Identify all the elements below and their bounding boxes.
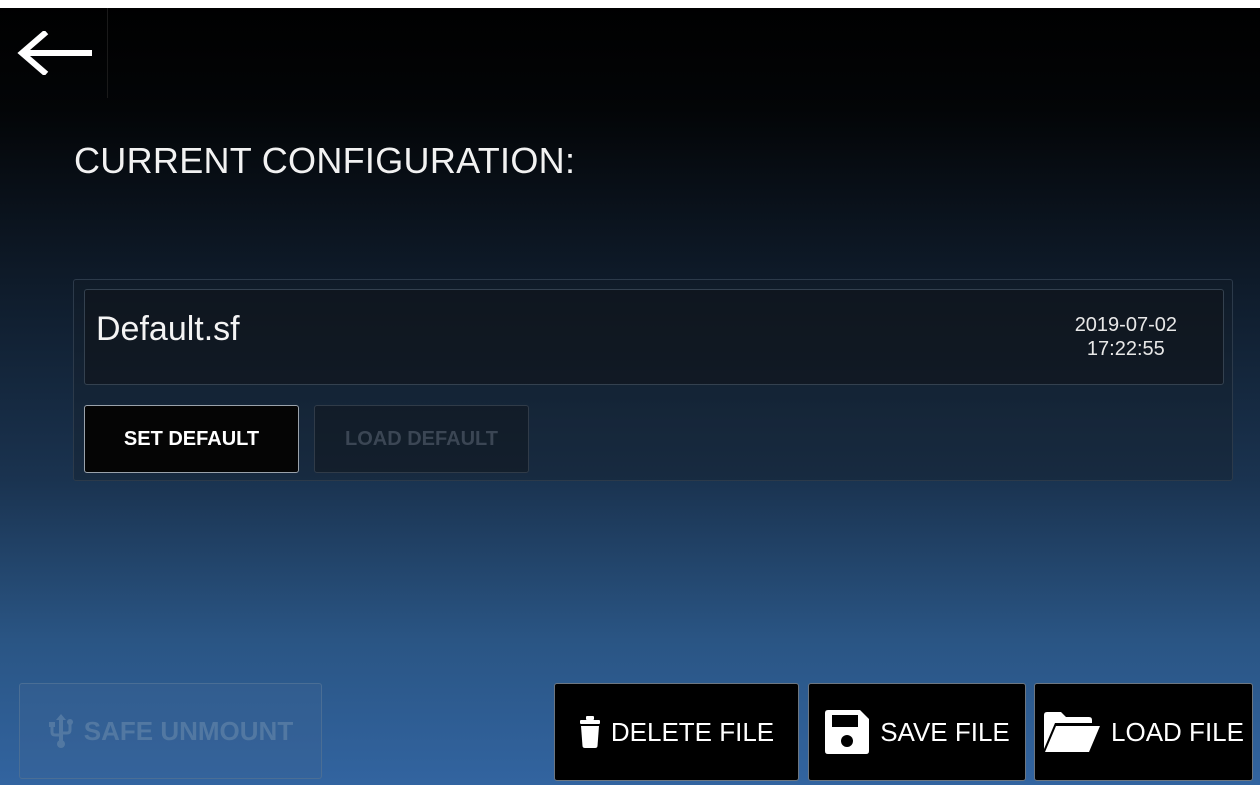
load-file-label: LOAD FILE: [1111, 716, 1244, 747]
file-time: 17:22:55: [1086, 338, 1165, 360]
delete-file-button[interactable]: DELETE FILE: [554, 683, 799, 781]
safe-unmount-button[interactable]: SAFE UNMOUNT: [19, 683, 322, 779]
arrow-left-icon: [16, 31, 92, 75]
set-default-button[interactable]: SET DEFAULT: [84, 405, 299, 473]
file-name: Default.sf: [96, 310, 240, 348]
usb-icon: [48, 713, 74, 749]
delete-file-label: DELETE FILE: [610, 716, 775, 747]
file-timestamp: 2019-07-02 17:22:55: [1075, 313, 1177, 361]
trash-icon: [579, 716, 601, 748]
page-title: CURRENT CONFIGURATION:: [74, 140, 576, 181]
save-file-label: SAVE FILE: [880, 716, 1010, 747]
config-panel: Default.sf 2019-07-02 17:22:55 SET DEFAU…: [73, 279, 1233, 481]
folder-open-icon: [1043, 711, 1101, 753]
load-default-button[interactable]: LOAD DEFAULT: [314, 405, 529, 473]
safe-unmount-label: SAFE UNMOUNT: [83, 715, 294, 746]
save-file-button[interactable]: SAVE FILE: [808, 683, 1026, 781]
back-button[interactable]: [0, 8, 108, 98]
top-strip: [0, 0, 1260, 8]
load-file-button[interactable]: LOAD FILE: [1034, 683, 1253, 781]
floppy-disk-icon: [824, 709, 870, 755]
file-date: 2019-07-02: [1074, 314, 1177, 336]
current-file-row[interactable]: Default.sf 2019-07-02 17:22:55: [84, 289, 1224, 385]
